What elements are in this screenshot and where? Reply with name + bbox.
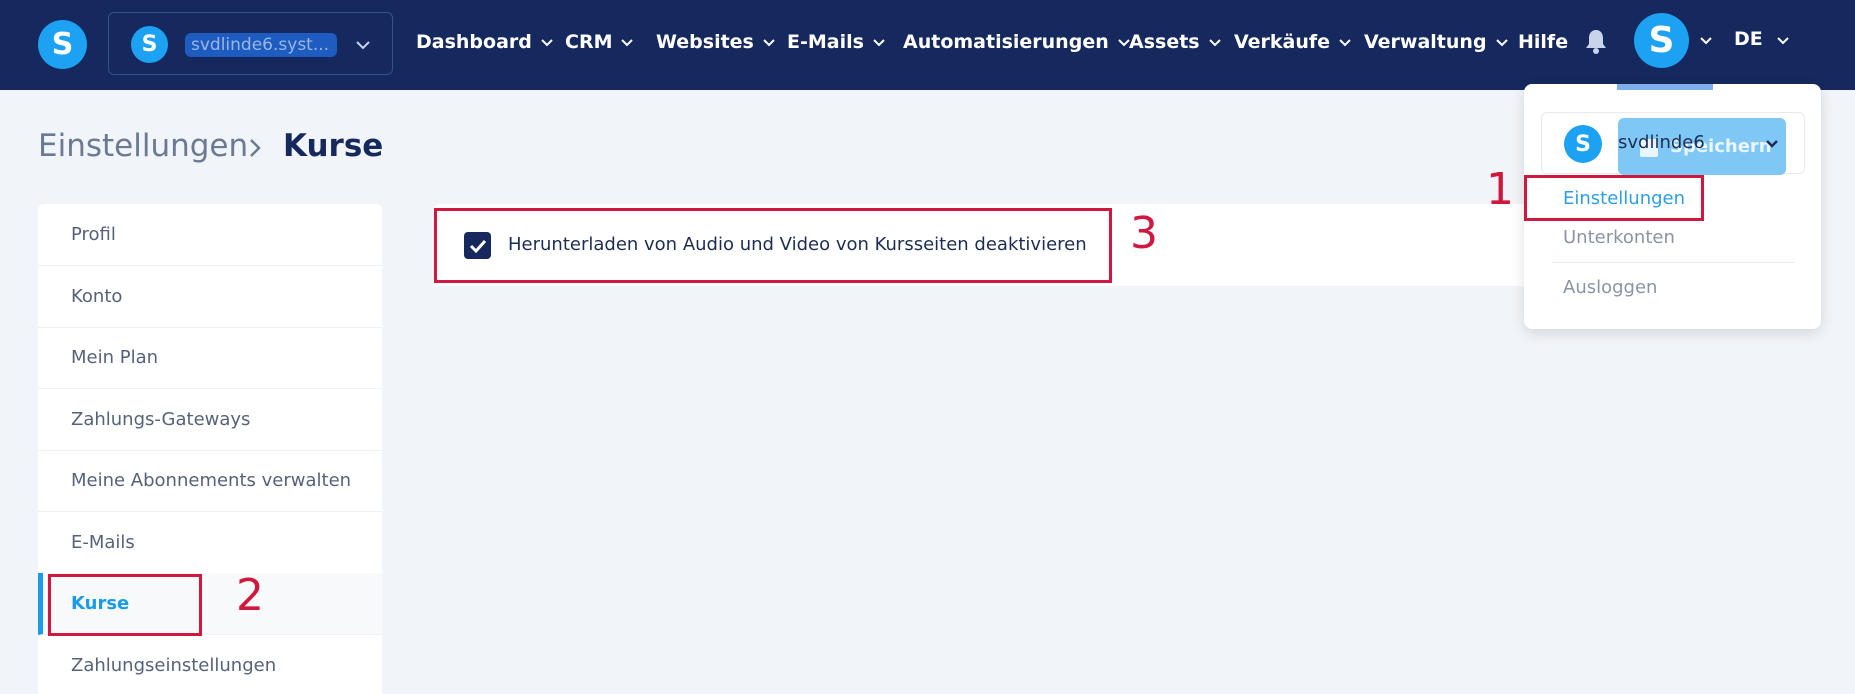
nav-crm[interactable]: CRM <box>565 30 634 54</box>
page-title: Kurse <box>283 128 384 164</box>
bell-icon[interactable] <box>1584 28 1608 54</box>
chevron-down-icon <box>1339 38 1351 46</box>
app-logo[interactable]: S <box>38 20 87 69</box>
account-logo: S <box>1564 125 1602 163</box>
chevron-right-icon <box>250 139 261 157</box>
nav-label: Hilfe <box>1518 31 1569 53</box>
site-name: svdlinde6.syst... <box>185 33 337 57</box>
nav-label: Websites <box>656 31 754 53</box>
sidebar-item-label: Konto <box>71 286 123 307</box>
chevron-down-icon[interactable] <box>1765 139 1779 148</box>
sidebar-item-mein-plan[interactable]: Mein Plan <box>38 327 382 389</box>
site-selector[interactable]: S svdlinde6.syst... <box>108 12 393 75</box>
sidebar-item-emails[interactable]: E-Mails <box>38 512 382 574</box>
sidebar-item-label: E-Mails <box>71 532 135 553</box>
dropdown-item-unterkonten[interactable]: Unterkonten <box>1563 227 1675 248</box>
nav-automatisierungen[interactable]: Automatisierungen <box>903 30 1131 54</box>
annotation-box-2 <box>48 574 202 636</box>
top-navigation-bar: S S svdlinde6.syst... Dashboard CRM Webs… <box>0 0 1855 90</box>
chevron-down-icon <box>1495 38 1508 46</box>
nav-label: Verkäufe <box>1234 31 1331 53</box>
nav-label: Verwaltung <box>1364 31 1487 53</box>
dropdown-divider <box>1552 262 1794 263</box>
nav-dashboard[interactable]: Dashboard <box>416 30 554 54</box>
nav-verkaeufe[interactable]: Verkäufe <box>1234 30 1352 54</box>
nav-verwaltung[interactable]: Verwaltung <box>1364 30 1509 54</box>
nav-websites[interactable]: Websites <box>656 30 776 54</box>
site-logo: S <box>131 26 168 63</box>
chevron-down-icon <box>763 38 775 46</box>
language-selector[interactable]: DE <box>1734 28 1763 50</box>
sidebar-item-label: Mein Plan <box>71 347 159 368</box>
user-avatar[interactable]: S <box>1634 13 1689 68</box>
dropdown-account-name: svdlinde6 <box>1618 132 1705 153</box>
sidebar-item-zahlungs-gateways[interactable]: Zahlungs-Gateways <box>38 389 382 451</box>
nav-hilfe[interactable]: Hilfe <box>1518 30 1568 54</box>
sidebar-item-label: Meine Abonnements verwalten <box>71 470 352 491</box>
annotation-number-1: 1 <box>1486 164 1514 215</box>
chevron-down-icon <box>356 41 370 50</box>
chevron-down-icon[interactable] <box>1699 36 1713 45</box>
dropdown-item-ausloggen[interactable]: Ausloggen <box>1563 277 1657 298</box>
breadcrumb-parent[interactable]: Einstellungen <box>38 128 248 164</box>
chevron-down-icon[interactable] <box>1776 36 1790 45</box>
sidebar-item-zahlungseinstellungen[interactable]: Zahlungseinstellungen <box>38 635 382 694</box>
sidebar-item-konto[interactable]: Konto <box>38 266 382 328</box>
nav-label: CRM <box>565 31 613 53</box>
annotation-number-2: 2 <box>236 570 264 621</box>
chevron-down-icon <box>541 38 553 46</box>
sidebar-item-abonnements[interactable]: Meine Abonnements verwalten <box>38 450 382 512</box>
chevron-down-icon <box>621 38 634 46</box>
nav-label: Assets <box>1129 31 1200 53</box>
nav-emails[interactable]: E-Mails <box>787 30 886 54</box>
annotation-box-3 <box>434 208 1112 283</box>
nav-label: Dashboard <box>416 31 532 53</box>
sidebar-item-label: Profil <box>71 224 116 245</box>
nav-label: E-Mails <box>787 31 864 53</box>
dropdown-indicator <box>1617 84 1713 90</box>
chevron-down-icon <box>1208 38 1221 46</box>
nav-assets[interactable]: Assets <box>1129 30 1222 54</box>
sidebar-item-label: Zahlungseinstellungen <box>71 655 277 676</box>
annotation-box-1 <box>1524 175 1704 221</box>
chevron-down-icon <box>873 38 885 46</box>
nav-label: Automatisierungen <box>903 31 1109 53</box>
sidebar-item-label: Zahlungs-Gateways <box>71 409 251 430</box>
annotation-number-3: 3 <box>1130 208 1158 259</box>
sidebar-item-profil[interactable]: Profil <box>38 204 382 266</box>
